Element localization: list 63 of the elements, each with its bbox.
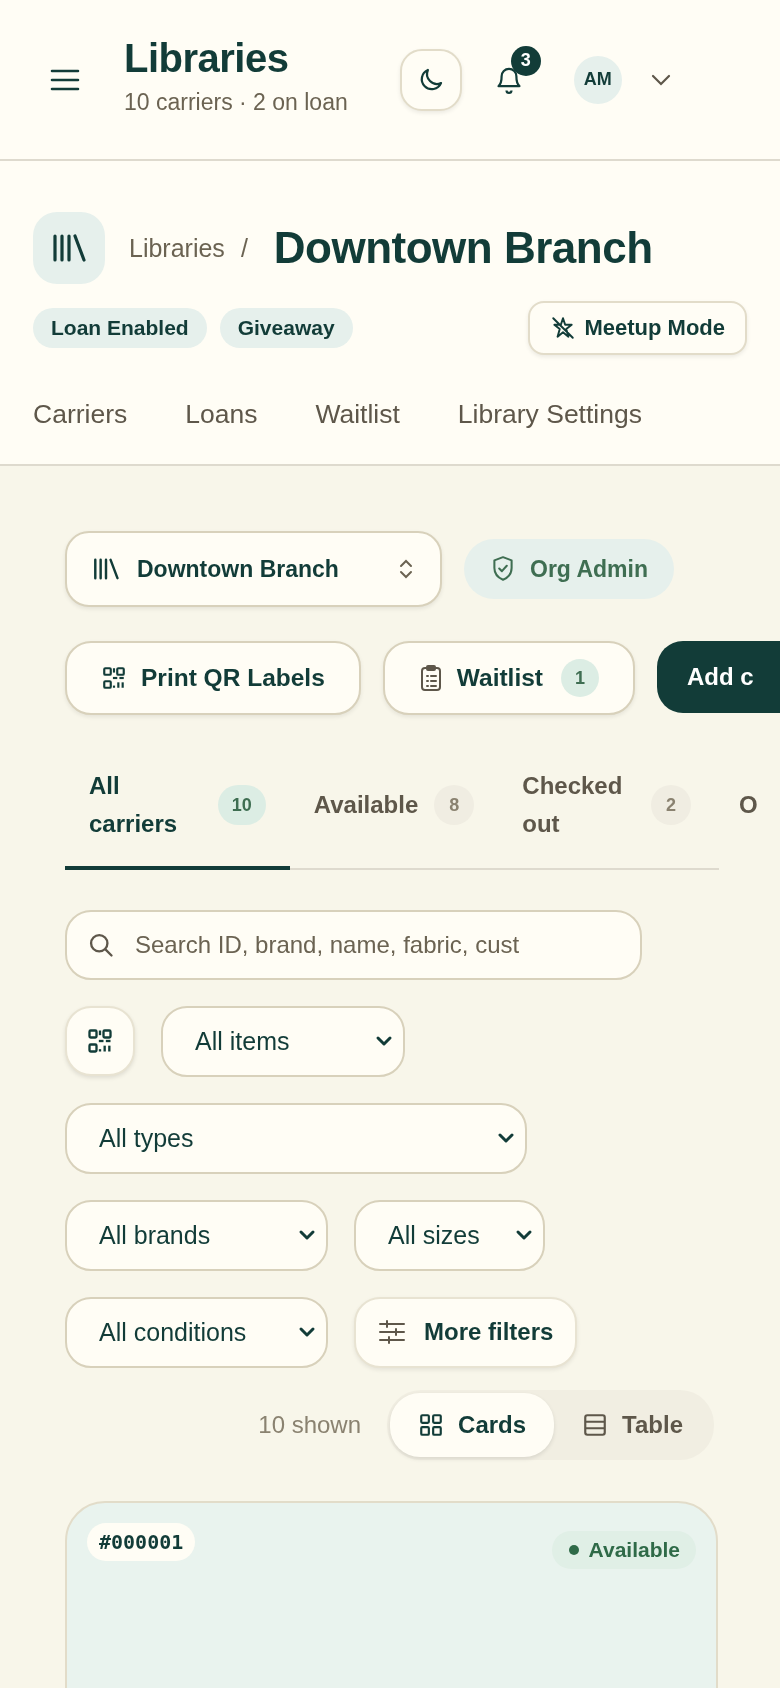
scan-qr-button[interactable]: [65, 1005, 135, 1076]
qr-code-icon: [101, 665, 127, 691]
breadcrumb-link[interactable]: Libraries: [129, 233, 225, 263]
filter-dropdown[interactable]: All items: [161, 1005, 405, 1077]
feature-tag: Loan Enabled: [33, 308, 207, 348]
feature-tag: Giveaway: [219, 308, 353, 348]
status-dot-icon: [567, 1543, 580, 1556]
library-name: Downtown Branch: [273, 223, 653, 273]
status-badge: Available: [551, 1530, 696, 1569]
nav-tab[interactable]: Waitlist: [315, 385, 400, 444]
carrier-id: #000001: [87, 1522, 196, 1561]
tab-count: 2: [651, 785, 692, 826]
chevron-down-icon: [298, 1229, 316, 1242]
status-tab[interactable]: All carriers 10: [65, 743, 290, 870]
status-tab[interactable]: Checked out 2: [498, 743, 716, 870]
role-badge: Org Admin: [464, 539, 674, 599]
shield-check-icon: [490, 555, 516, 583]
avatar[interactable]: AM: [573, 55, 622, 104]
chevron-down-icon: [497, 1132, 515, 1145]
chevron-down-icon: [298, 1326, 316, 1339]
table-icon: [582, 1411, 609, 1438]
nav-tab[interactable]: Loans: [185, 385, 258, 444]
status-tab[interactable]: Available 8: [289, 743, 499, 870]
clipboard-icon: [418, 664, 443, 692]
tab-count: 8: [434, 785, 475, 826]
library-icon: [33, 212, 105, 284]
filter-dropdown[interactable]: All conditions: [65, 1296, 328, 1368]
waitlist-count: 1: [561, 659, 599, 697]
chevron-down-icon: [375, 1035, 393, 1048]
chevron-down-icon: [515, 1229, 533, 1242]
print-qr-labels-button[interactable]: Print QR Labels: [65, 641, 361, 715]
sliders-icon: [378, 1319, 406, 1346]
carrier-card[interactable]: #000001 Available: [65, 1500, 718, 1688]
view-mode-tab[interactable]: Table: [554, 1392, 711, 1457]
filter-dropdown[interactable]: All brands: [65, 1199, 328, 1271]
add-button[interactable]: Add c: [657, 641, 780, 713]
result-count: 10 shown: [258, 1410, 362, 1439]
theme-toggle-button[interactable]: [399, 48, 462, 111]
page-subtitle: 10 carriers · 2 on loan: [124, 88, 348, 116]
page-title: Libraries: [124, 35, 290, 81]
notification-count: 3: [510, 45, 541, 76]
branch-select[interactable]: Downtown Branch: [65, 531, 442, 607]
more-filters-button[interactable]: More filters: [354, 1296, 578, 1368]
menu-button[interactable]: [50, 67, 80, 92]
meetup-mode-button[interactable]: Meetup Mode: [528, 301, 747, 355]
search-field[interactable]: Search ID, brand, name, fabric, cust: [65, 909, 642, 980]
view-mode-tab[interactable]: Cards: [390, 1392, 555, 1457]
library-icon: [93, 557, 119, 581]
waitlist-button[interactable]: Waitlist 1: [382, 641, 635, 715]
filter-dropdown[interactable]: All sizes: [354, 1199, 545, 1271]
crossed-out-icon: [550, 315, 577, 341]
breadcrumb-separator: /: [240, 233, 248, 263]
qr-code-icon: [86, 1026, 114, 1055]
grid-icon: [418, 1411, 445, 1438]
chevron-down-icon[interactable]: [649, 72, 672, 87]
menu-icon: [50, 67, 80, 92]
status-tab[interactable]: O: [715, 743, 780, 870]
nav-tab[interactable]: Carriers: [33, 385, 128, 444]
filter-dropdown[interactable]: All types: [65, 1102, 527, 1174]
up-down-chevron-icon: [398, 557, 414, 581]
notifications-button[interactable]: 3: [493, 45, 546, 96]
tab-count: 10: [217, 785, 266, 826]
nav-tab[interactable]: Library Settings: [457, 385, 642, 444]
